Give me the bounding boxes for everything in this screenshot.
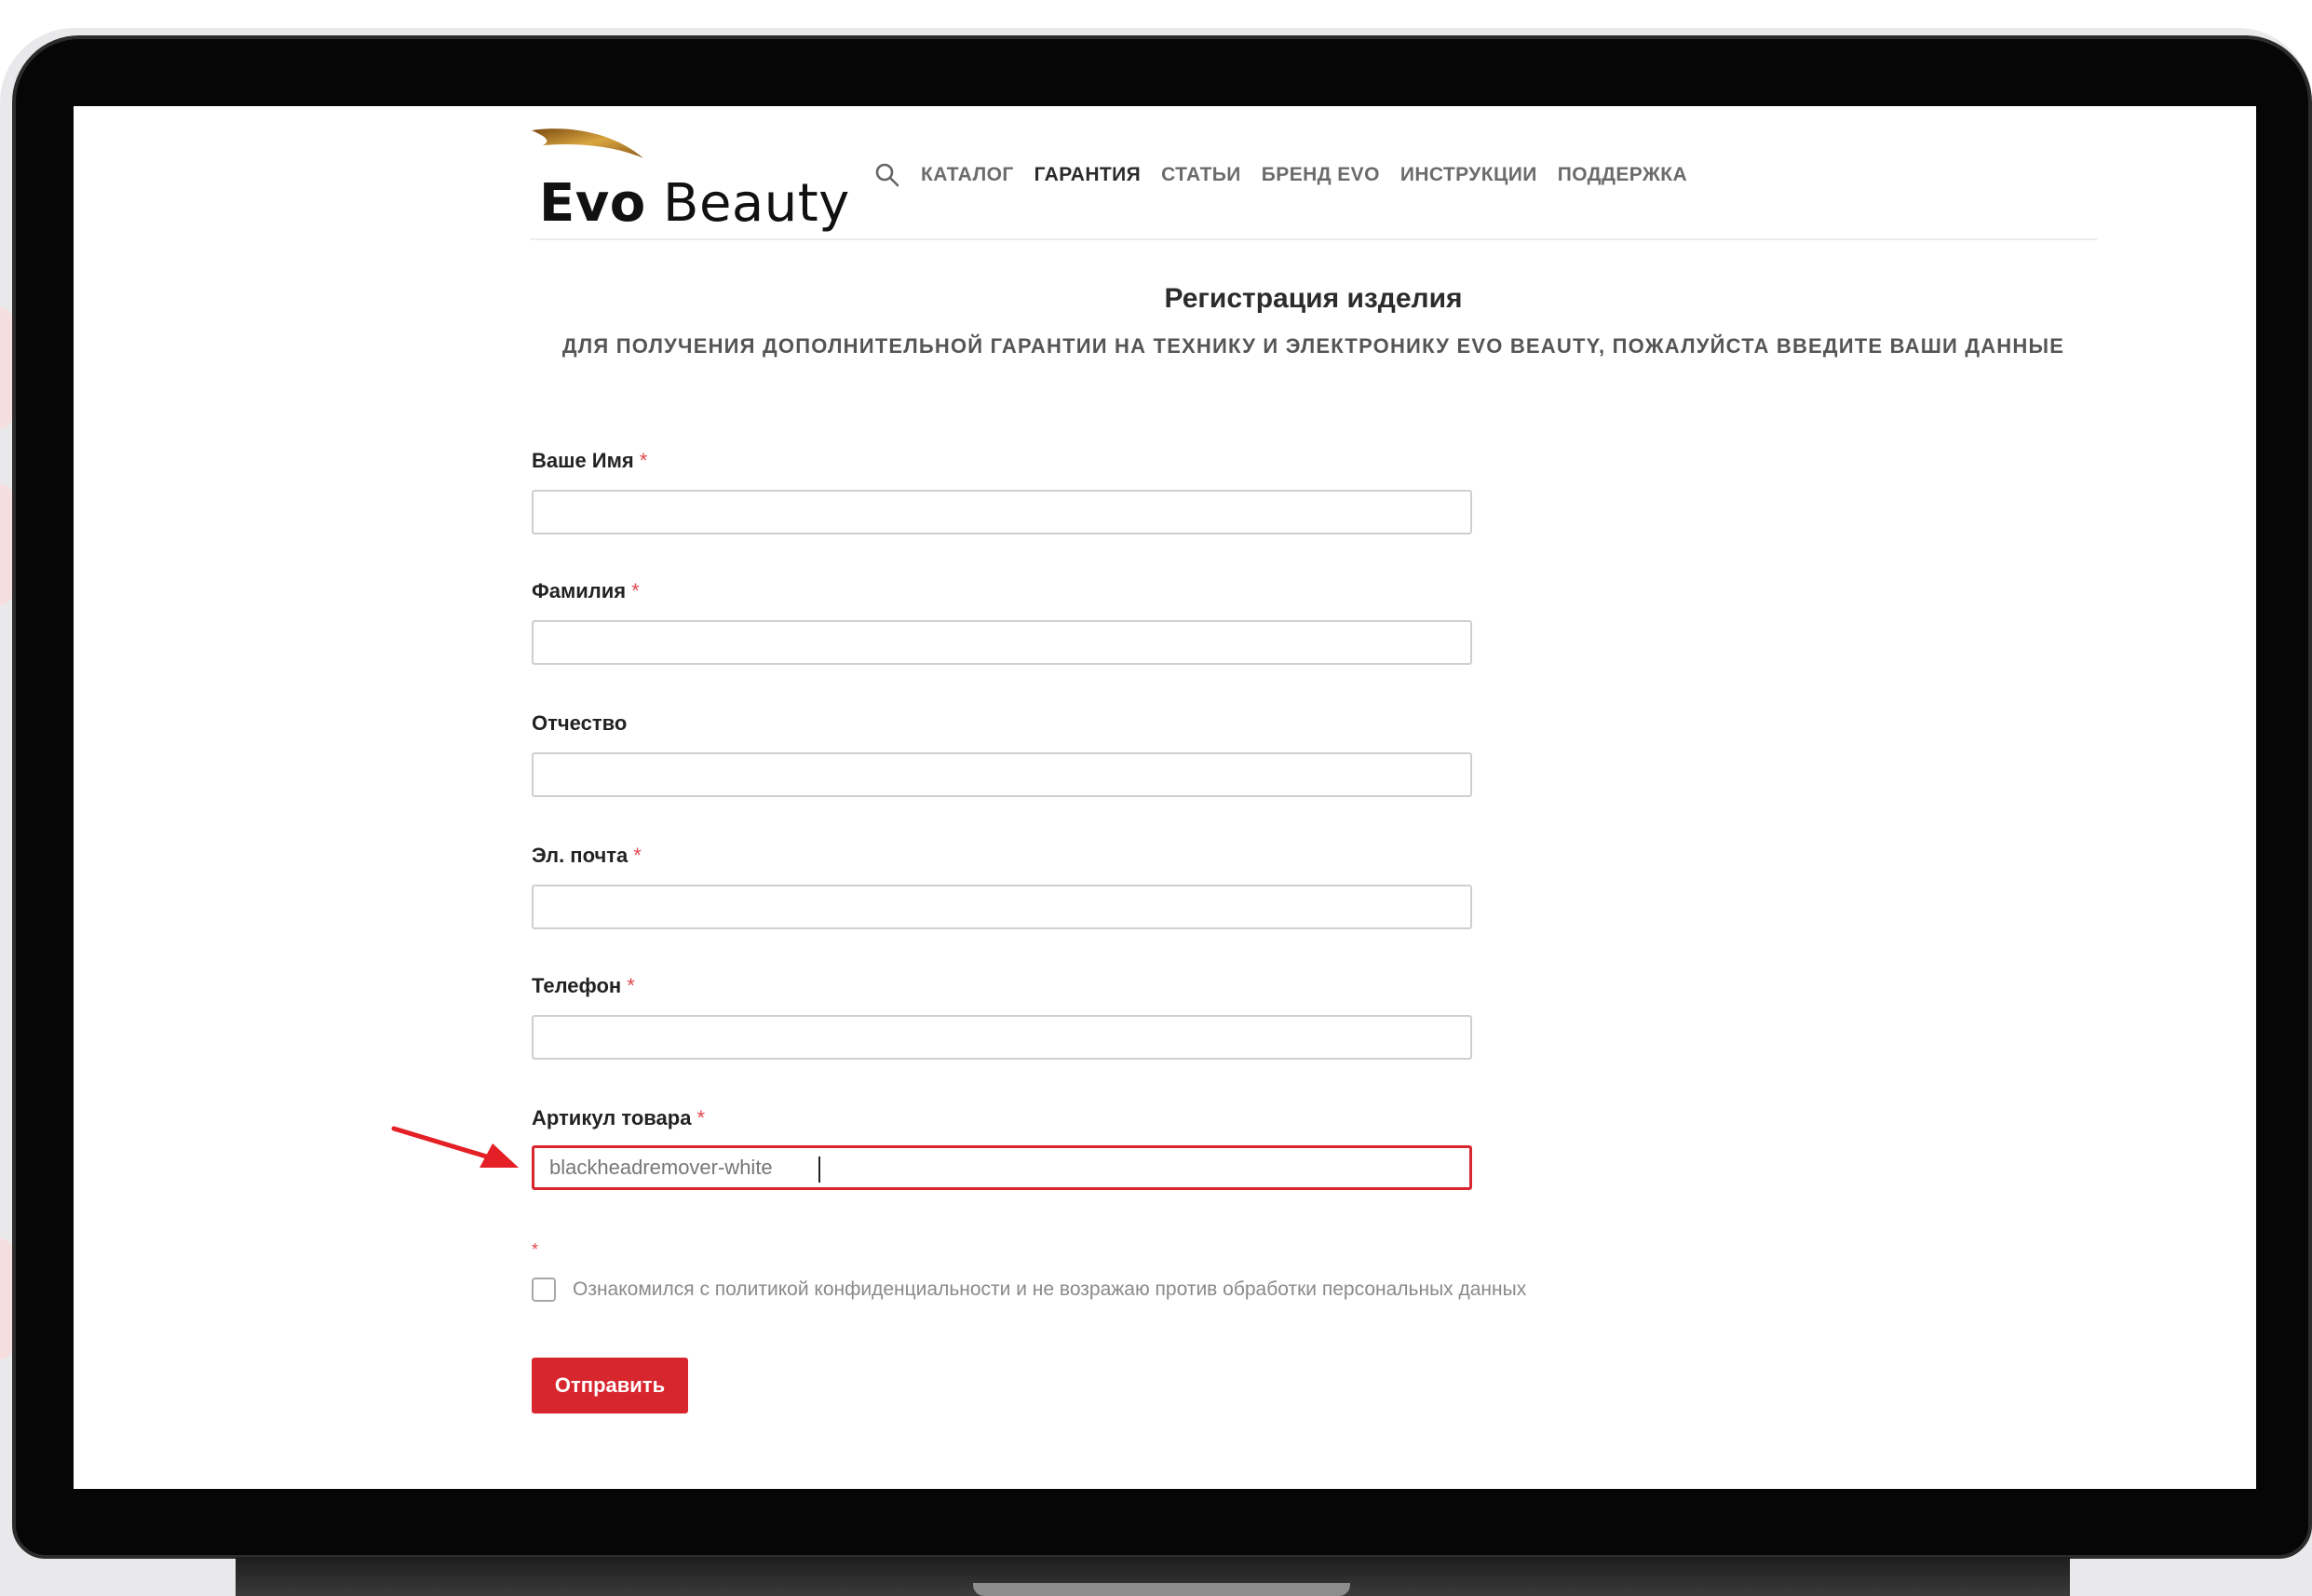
field-label-text: Отчество: [532, 711, 628, 735]
consent-text: Ознакомился с политикой конфиденциальнос…: [573, 1278, 1527, 1300]
last-name-input[interactable]: [532, 620, 1472, 665]
nav-item-catalog[interactable]: КАТАЛОГ: [921, 164, 1014, 186]
background-decoration: [0, 1238, 13, 1359]
laptop-notch: [973, 1583, 1350, 1596]
header-divider: [530, 238, 2097, 240]
submit-button[interactable]: Отправить: [532, 1358, 688, 1413]
patronymic-input[interactable]: [532, 752, 1472, 797]
nav-item-warranty[interactable]: ГАРАНТИЯ: [1034, 164, 1141, 186]
email-label: Эл. почта *: [532, 844, 642, 868]
logo-wordmark: Evo Beauty: [539, 173, 850, 234]
text-caret: [818, 1156, 820, 1183]
phone-input[interactable]: [532, 1015, 1472, 1060]
consent-checkbox[interactable]: [532, 1278, 556, 1302]
browser-screen: Evo Beauty КАТАЛОГ ГАРАНТИЯ СТАТЬИ БРЕНД…: [74, 106, 2256, 1489]
form-title: Регистрация изделия: [1164, 283, 1463, 314]
phone-label: Телефон *: [532, 974, 635, 998]
field-label-text: Фамилия: [532, 579, 627, 602]
brand-logo[interactable]: Evo Beauty: [530, 125, 849, 237]
required-mark: *: [696, 1106, 706, 1129]
patronymic-label: Отчество: [532, 711, 632, 736]
required-mark: *: [627, 974, 635, 997]
field-label-text: Эл. почта: [532, 844, 629, 867]
main-nav: КАТАЛОГ ГАРАНТИЯ СТАТЬИ БРЕНД EVO ИНСТРУ…: [874, 156, 1687, 194]
required-mark: *: [639, 449, 648, 472]
sku-input[interactable]: [532, 1145, 1472, 1190]
last-name-label: Фамилия *: [532, 579, 640, 603]
consent-required-mark: *: [532, 1240, 539, 1259]
field-label-text: Ваше Имя: [532, 449, 634, 472]
search-icon[interactable]: [874, 162, 900, 188]
logo-swoosh-icon: [532, 128, 643, 158]
nav-item-support[interactable]: ПОДДЕРЖКА: [1558, 164, 1687, 186]
consent-row: Ознакомился с политикой конфиденциальнос…: [532, 1278, 1526, 1302]
form-subtitle: ДЛЯ ПОЛУЧЕНИЯ ДОПОЛНИТЕЛЬНОЙ ГАРАНТИИ НА…: [561, 334, 2065, 358]
nav-item-instructions[interactable]: ИНСТРУКЦИИ: [1400, 164, 1537, 186]
logo-brand-bold: Evo: [539, 173, 646, 234]
sku-label: Артикул товара *: [532, 1106, 705, 1130]
annotation-arrow-icon: [391, 1126, 519, 1168]
first-name-label: Ваше Имя *: [532, 449, 647, 473]
nav-item-brand[interactable]: БРЕНД EVO: [1262, 164, 1380, 186]
field-label-text: Телефон: [532, 974, 622, 997]
email-input[interactable]: [532, 885, 1472, 929]
first-name-input[interactable]: [532, 490, 1472, 534]
logo-brand-light: Beauty: [663, 173, 850, 234]
required-mark: *: [631, 579, 640, 602]
field-label-text: Артикул товара: [532, 1106, 692, 1129]
background-decoration: [0, 307, 13, 428]
required-mark: *: [633, 844, 642, 867]
background-decoration: [0, 484, 13, 605]
nav-item-articles[interactable]: СТАТЬИ: [1161, 164, 1241, 186]
